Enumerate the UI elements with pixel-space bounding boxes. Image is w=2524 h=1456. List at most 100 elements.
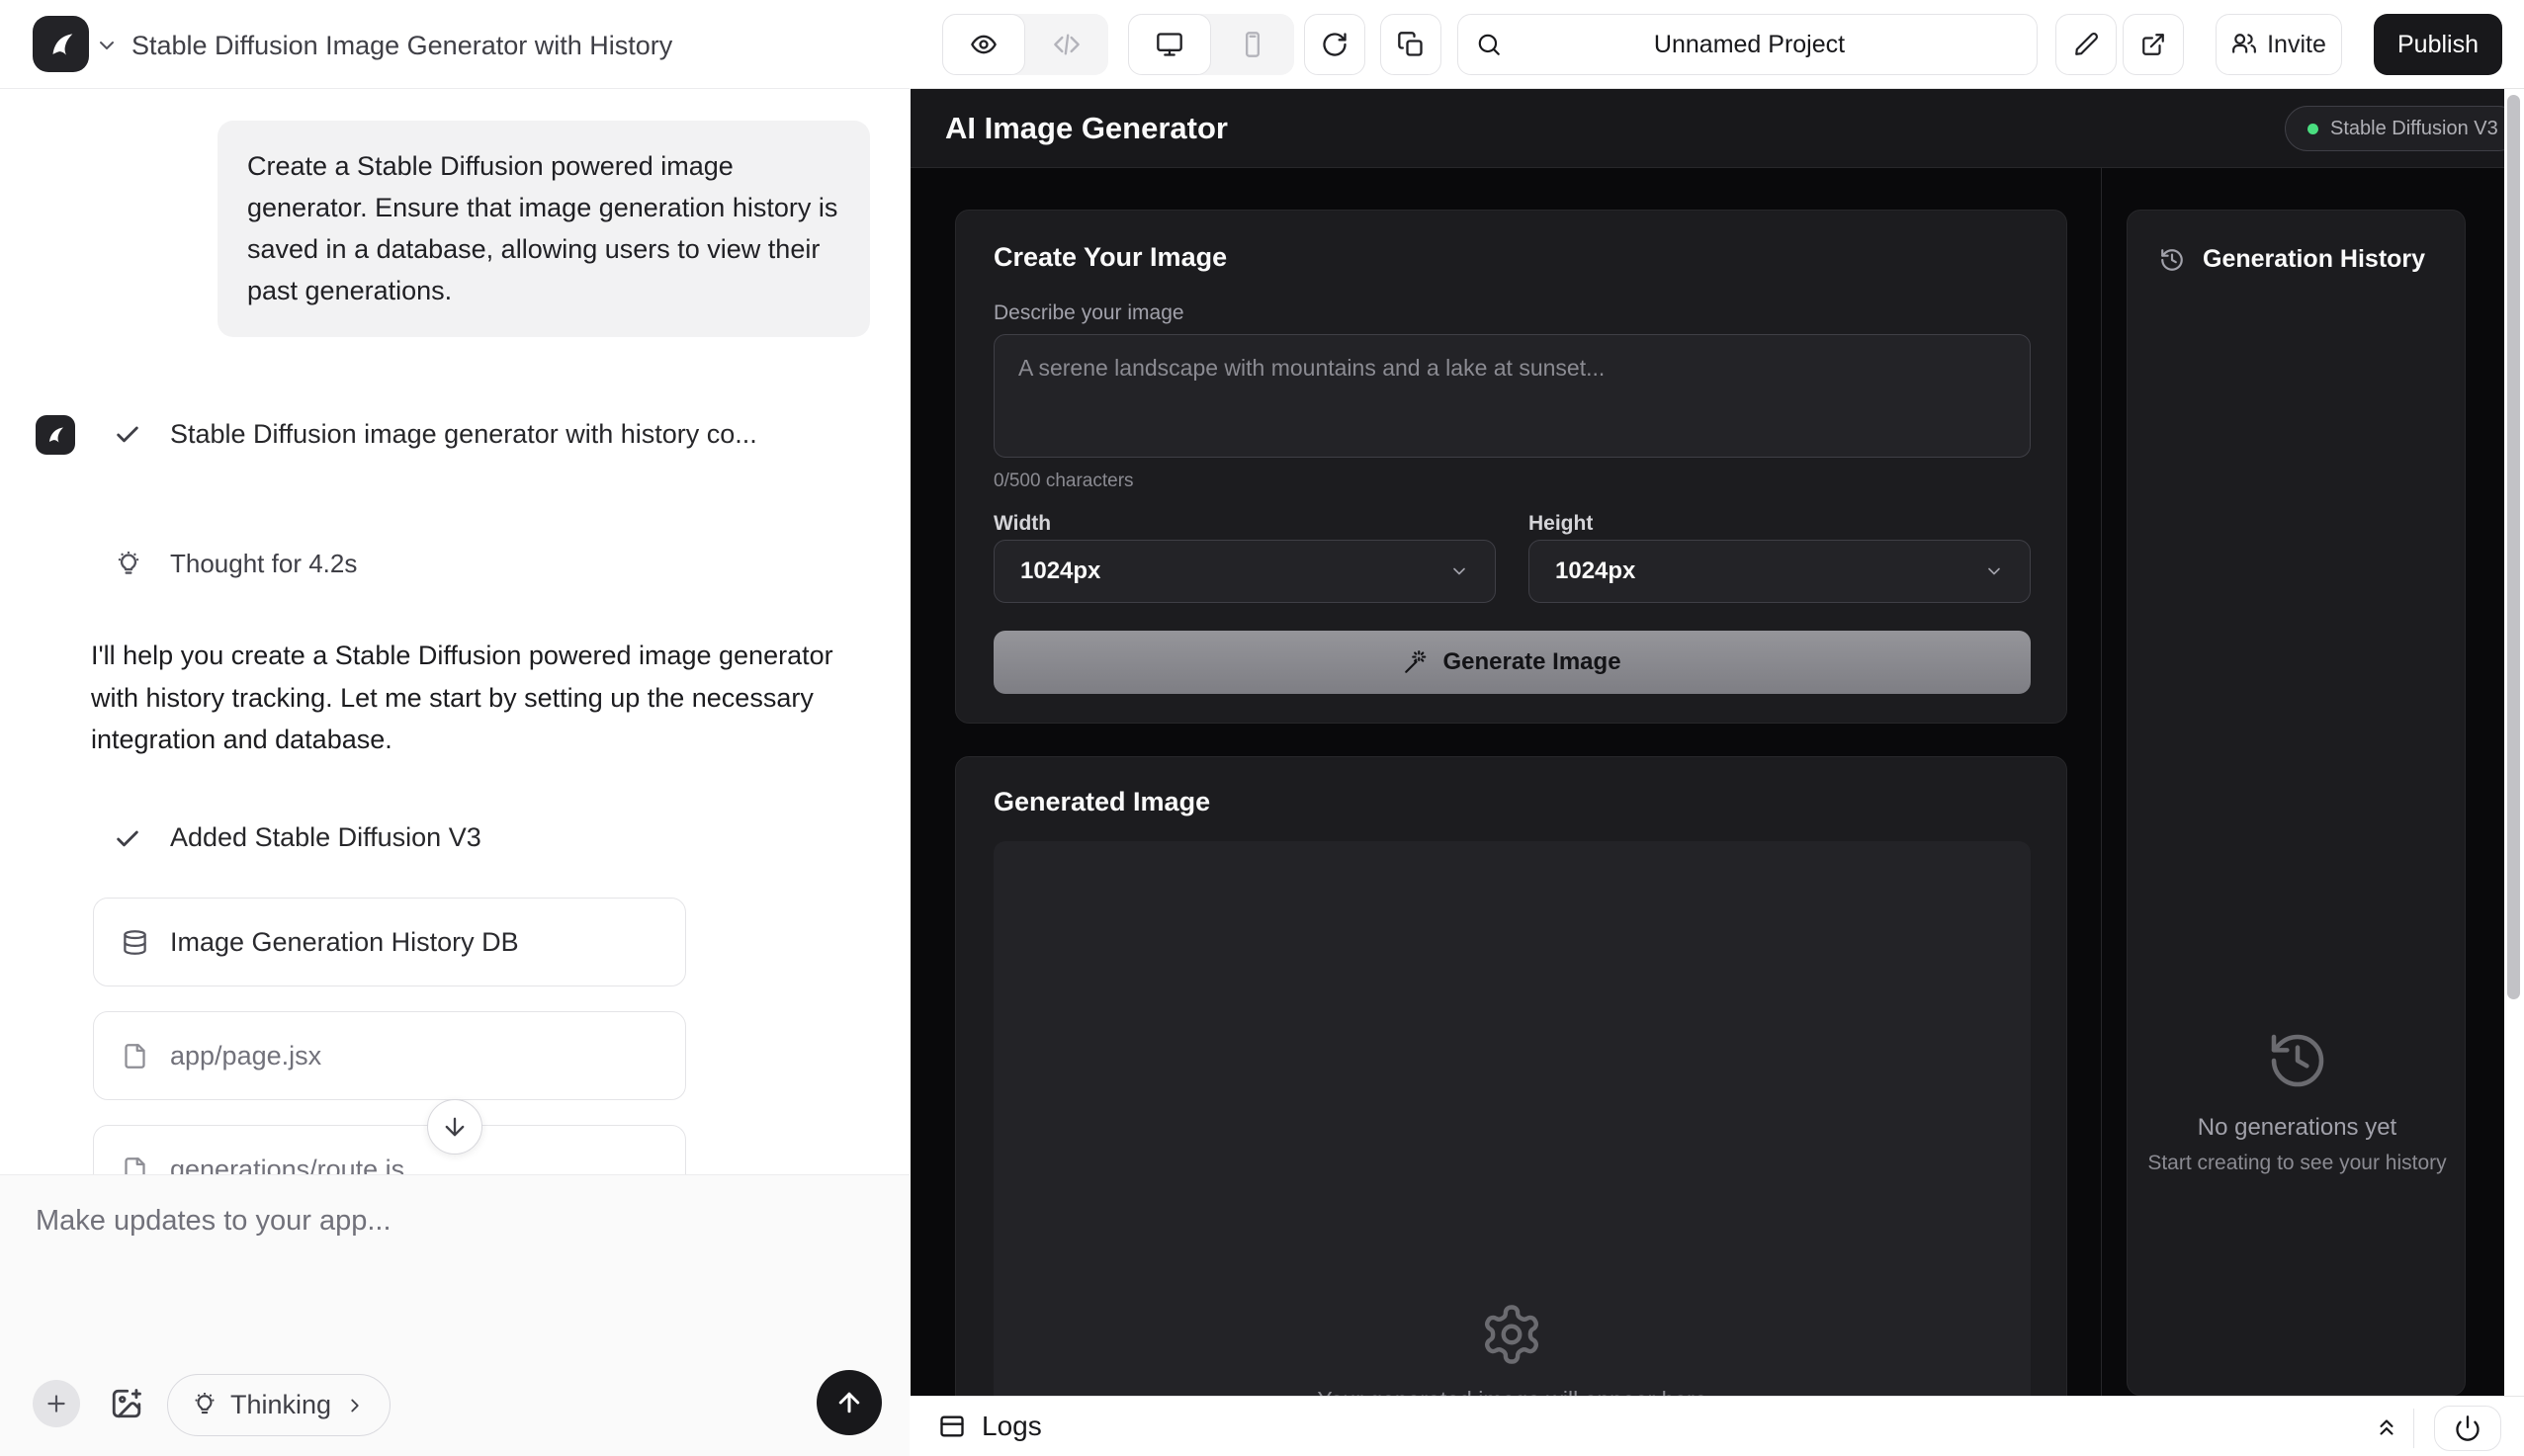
chat-message-list[interactable]: Create a Stable Diffusion powered image … (0, 89, 910, 1174)
smartphone-icon (1239, 31, 1266, 58)
file-icon (122, 1156, 148, 1175)
chevrons-up-icon (2374, 1414, 2399, 1440)
history-empty-state: No generations yet Start creating to see… (2128, 1029, 2467, 1175)
prompt-input[interactable] (995, 335, 2030, 457)
copy-icon (1397, 31, 1425, 58)
generated-card-title: Generated Image (994, 787, 1210, 817)
assistant-paragraph: I'll help you create a Stable Diffusion … (91, 635, 872, 761)
attach-button[interactable] (33, 1380, 80, 1427)
logs-icon (938, 1413, 966, 1440)
project-name-field (1457, 14, 2038, 75)
code-mode-button[interactable] (1025, 14, 1108, 75)
chevron-down-icon (1449, 561, 1469, 581)
file-card-label: generations/route.js (170, 1155, 404, 1175)
file-card-database[interactable]: Image Generation History DB (93, 898, 686, 986)
history-empty-subtitle: Start creating to see your history (2128, 1152, 2467, 1175)
thinking-label: Thinking (230, 1390, 331, 1420)
width-value: 1024px (1020, 557, 1100, 585)
database-icon (122, 929, 148, 956)
check-icon (114, 825, 141, 853)
height-select[interactable]: 1024px (1528, 540, 2031, 603)
file-card-route[interactable]: generations/route.js (93, 1125, 686, 1174)
eye-icon (970, 31, 998, 58)
describe-label: Describe your image (994, 301, 1184, 325)
logs-toggle[interactable]: Logs (938, 1411, 1042, 1442)
logs-bar[interactable]: Logs (911, 1396, 2524, 1456)
generated-empty-text: Your generated image will appear here (994, 1387, 2031, 1396)
generated-image-placeholder: Your generated image will appear here (994, 841, 2031, 1396)
generate-label: Generate Image (1442, 648, 1620, 676)
project-name-input[interactable] (1502, 31, 1997, 59)
open-external-button[interactable] (2123, 14, 2184, 75)
refresh-icon (1321, 31, 1349, 58)
check-icon (114, 421, 141, 449)
width-select[interactable]: 1024px (994, 540, 1496, 603)
edit-button[interactable] (2055, 14, 2117, 75)
width-label: Width (994, 512, 1051, 536)
file-card-page[interactable]: app/page.jsx (93, 1011, 686, 1100)
thought-duration[interactable]: Thought for 4.2s (170, 549, 357, 579)
history-title: Generation History (2203, 245, 2425, 274)
device-toggle (1128, 14, 1294, 75)
model-badge: Stable Diffusion V3 (2285, 106, 2504, 151)
arrow-up-icon (834, 1388, 864, 1417)
chat-input[interactable] (36, 1205, 866, 1324)
view-mode-toggle (942, 14, 1108, 75)
search-icon (1476, 32, 1502, 57)
generate-image-button[interactable]: Generate Image (994, 631, 2031, 694)
desktop-view-button[interactable] (1128, 14, 1211, 75)
copy-url-button[interactable] (1380, 14, 1441, 75)
workspace-chevron-down-icon[interactable] (95, 34, 119, 57)
preview-mode-button[interactable] (942, 14, 1025, 75)
logo-swoosh-icon (44, 423, 67, 447)
code-icon (1053, 31, 1081, 58)
prompt-field (994, 334, 2031, 458)
thinking-mode-selector[interactable]: Thinking (167, 1374, 391, 1436)
pencil-icon (2073, 32, 2099, 57)
mobile-view-button[interactable] (1211, 14, 1294, 75)
invite-button[interactable]: Invite (2216, 14, 2342, 75)
image-plus-icon (110, 1387, 143, 1420)
history-icon (2266, 1029, 2329, 1092)
lightbulb-icon (115, 552, 142, 579)
create-image-card: Create Your Image Describe your image 0/… (955, 210, 2067, 724)
file-card-label: app/page.jsx (170, 1041, 321, 1071)
assistant-avatar (36, 415, 75, 455)
users-icon (2231, 32, 2257, 57)
add-image-button[interactable] (106, 1383, 147, 1424)
preview-toolbar: Invite Publish (911, 0, 2524, 89)
logs-label: Logs (982, 1411, 1042, 1442)
task-title: Stable Diffusion image generator with hi… (170, 419, 757, 450)
history-header: Generation History (2159, 245, 2425, 274)
workspace-title: Stable Diffusion Image Generator with Hi… (131, 31, 672, 61)
chat-header: Stable Diffusion Image Generator with Hi… (0, 0, 910, 89)
chat-panel: Stable Diffusion Image Generator with Hi… (0, 0, 910, 1456)
lightbulb-icon (192, 1393, 218, 1418)
expand-logs-button[interactable] (2372, 1413, 2401, 1442)
publish-button[interactable]: Publish (2374, 14, 2502, 75)
power-button[interactable] (2434, 1406, 2501, 1451)
app-logo[interactable] (33, 16, 89, 72)
model-badge-label: Stable Diffusion V3 (2330, 118, 2498, 140)
magic-wand-icon (1403, 649, 1429, 675)
generation-history-card: Generation History No generations yet St… (2127, 210, 2466, 1396)
create-card-title: Create Your Image (994, 242, 1227, 273)
generated-image-card: Generated Image Your generated image wil… (955, 756, 2067, 1396)
external-link-icon (2140, 32, 2166, 57)
file-icon (122, 1043, 148, 1070)
height-value: 1024px (1555, 557, 1635, 585)
column-divider (2101, 168, 2102, 1396)
monitor-icon (1156, 31, 1183, 58)
app-preview: AI Image Generator Stable Diffusion V3 C… (911, 89, 2504, 1396)
history-empty-title: No generations yet (2128, 1114, 2467, 1142)
user-message-bubble: Create a Stable Diffusion powered image … (218, 121, 870, 337)
scrollbar-thumb[interactable] (2507, 95, 2520, 999)
char-counter: 0/500 characters (994, 471, 1134, 492)
scroll-to-bottom-button[interactable] (427, 1099, 482, 1155)
logs-divider (2413, 1409, 2414, 1448)
refresh-button[interactable] (1304, 14, 1365, 75)
chat-composer: Thinking (0, 1174, 910, 1456)
app-title: AI Image Generator (945, 111, 1228, 146)
send-button[interactable] (817, 1370, 882, 1435)
arrow-down-icon (441, 1113, 469, 1141)
